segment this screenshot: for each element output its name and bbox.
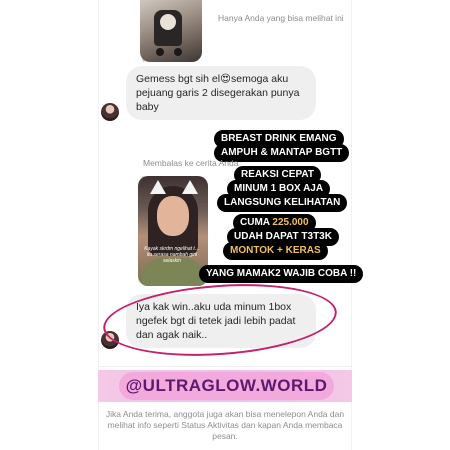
wheel-left — [156, 48, 164, 56]
person-face — [157, 196, 189, 236]
section-divider — [98, 366, 352, 367]
cat-ear-filter-icon — [150, 180, 166, 194]
wheel-right — [174, 48, 182, 56]
story-caption: Kayak skrdm ngelihat t… itu serasa namba… — [144, 246, 200, 264]
only-you-note: Hanya Anda yang bisa melihat ini — [218, 13, 344, 23]
overlay-line-9: YANG MAMAK2 WAJIB COBA !! — [199, 265, 364, 283]
baby-image — [160, 14, 176, 30]
price-prefix: CUMA — [240, 217, 273, 228]
promo-handle-pill[interactable]: @ULTRAGLOW.WORLD — [119, 372, 334, 400]
story-thumbnail-top[interactable] — [140, 0, 202, 62]
sender-avatar[interactable] — [101, 103, 119, 121]
reply-label: Membalas ke cerita Anda — [143, 158, 239, 168]
overlay-line-8: MONTOK + KERAS — [223, 242, 328, 260]
overlay-line-5: LANGSUNG KELIHATAN — [217, 194, 348, 212]
request-footer-note: Jika Anda terima, anggota juga akan bisa… — [105, 409, 345, 441]
cat-ear-filter-icon — [182, 180, 198, 194]
incoming-message-1[interactable]: Gemess bgt sih el😍semoga aku pejuang gar… — [126, 66, 316, 120]
price-value: 225.000 — [272, 217, 309, 228]
promo-handle[interactable]: @ULTRAGLOW.WORLD — [126, 376, 328, 396]
story-thumbnail[interactable]: Kayak skrdm ngelihat t… itu serasa namba… — [138, 176, 208, 286]
